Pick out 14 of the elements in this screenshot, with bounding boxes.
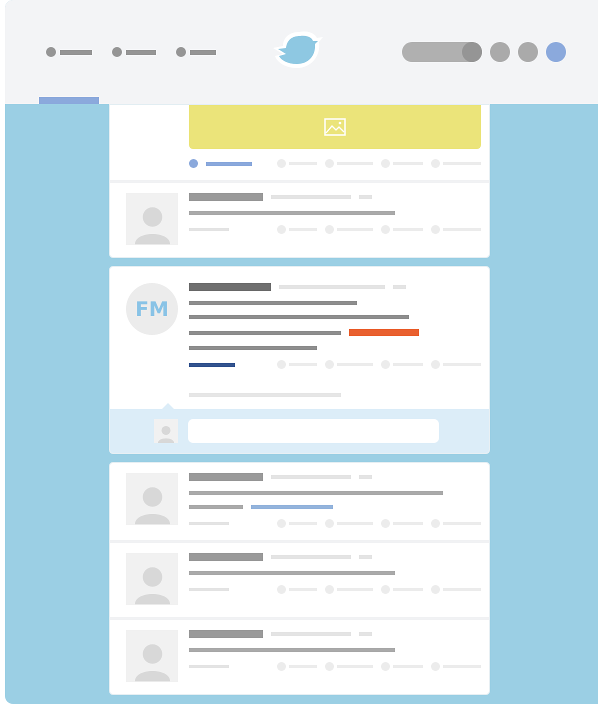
avatar-initials: FM [126, 283, 178, 335]
avatar-icon [126, 473, 178, 525]
image-icon [324, 118, 346, 136]
reply-field[interactable] [188, 419, 439, 443]
search-field[interactable] [402, 42, 482, 62]
highlight-placeholder [349, 329, 419, 336]
avatar-icon [126, 553, 178, 605]
text-placeholder [189, 505, 243, 509]
status-dot [189, 159, 198, 168]
avatar-icon [154, 419, 178, 443]
avatar-icon [126, 630, 178, 682]
profile-avatar[interactable] [546, 42, 566, 62]
avatar-icon [126, 193, 178, 245]
link-placeholder[interactable] [189, 362, 235, 366]
